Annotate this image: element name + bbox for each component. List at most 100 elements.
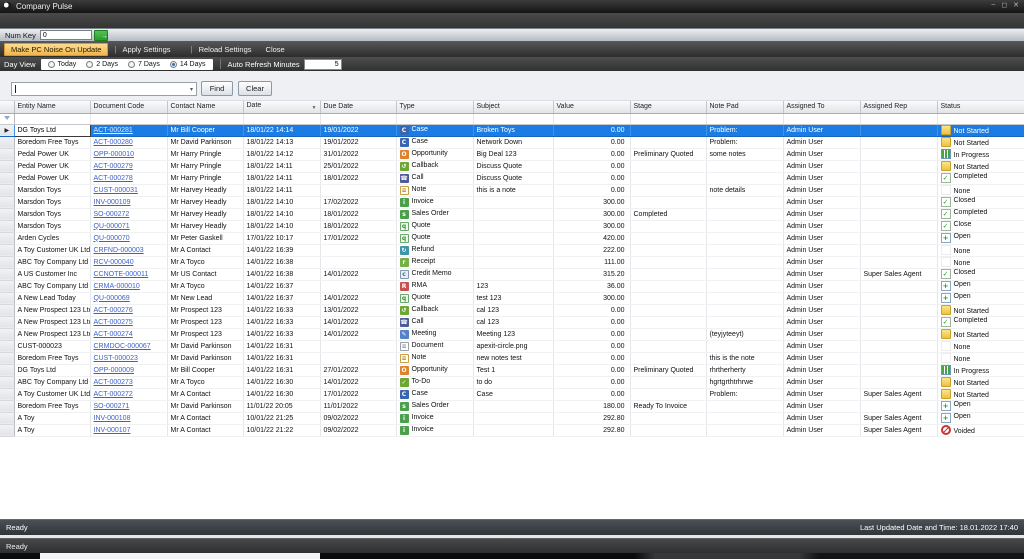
document-link[interactable]: ACT-000278 (94, 175, 133, 182)
table-row[interactable]: A New Lead Today QU-000069 Mr New Lead 14/0… (0, 292, 1024, 305)
document-link[interactable]: INV-000108 (94, 415, 131, 422)
column-header-assigned-rep[interactable]: Assigned Rep (860, 101, 938, 114)
column-header-type[interactable]: Type (396, 101, 474, 114)
document-link[interactable]: CRMA-000010 (94, 283, 140, 290)
table-row[interactable]: Boredom Free Toys CUST-000023 Mr David Par… (0, 352, 1024, 365)
maximize-button[interactable]: ◻ (1001, 1, 1007, 9)
status-closed-icon (940, 269, 951, 279)
table-row[interactable]: A Toy Customer UK Ltd CRFND-000003 Mr A Co… (0, 244, 1024, 257)
filter-cell-code[interactable] (90, 113, 168, 125)
column-header-value[interactable]: Value (553, 101, 631, 114)
num-key-go-button[interactable]: → (93, 29, 108, 41)
column-header-status[interactable]: Status (937, 101, 1024, 114)
auto-refresh-input[interactable] (303, 58, 342, 70)
make-pc-noise-button[interactable]: Make PC Noise On Update (4, 42, 109, 56)
filter-cell-contact[interactable] (167, 113, 244, 125)
document-link[interactable]: ACT-000279 (94, 163, 133, 170)
table-row[interactable]: Marsdon Toys SO-000272 Mr Harvey Headly 18/… (0, 208, 1024, 221)
close-menu-button[interactable]: Close (266, 45, 285, 54)
document-link[interactable]: ACT-000280 (94, 139, 133, 146)
table-row[interactable]: A Toy INV-000108 Mr A Contact 10/01/22 21:2… (0, 412, 1024, 425)
column-header-note-pad[interactable]: Note Pad (706, 101, 784, 114)
table-row[interactable]: Pedal Power UK ACT-000278 Mr Harry Pringle… (0, 172, 1024, 185)
document-link[interactable]: ACT-000281 (94, 127, 133, 134)
table-row[interactable]: Boredom Free Toys SO-000271 Mr David Parki… (0, 400, 1024, 413)
filter-cell-notepad[interactable] (706, 113, 784, 125)
document-link[interactable]: CRFND-000003 (94, 247, 144, 254)
table-row[interactable]: Arden Cycles QU-000070 Mr Peter Gaskell 17/… (0, 232, 1024, 245)
document-link[interactable]: OPP-000010 (94, 151, 134, 158)
document-link[interactable]: RCV-000040 (94, 259, 134, 266)
table-row[interactable]: Marsdon Toys INV-000109 Mr Harvey Headly 18… (0, 196, 1024, 209)
radio-option-2-days[interactable]: 2 Days (86, 60, 118, 68)
filter-cell-date[interactable] (243, 113, 321, 125)
filter-cell-assigned_rep[interactable] (860, 113, 938, 125)
column-header-stage[interactable]: Stage (630, 101, 707, 114)
table-row[interactable]: Marsdon Toys CUST-000031 Mr Harvey Headly 1… (0, 184, 1024, 197)
table-row[interactable]: Marsdon Toys QU-000071 Mr Harvey Headly 18/… (0, 220, 1024, 233)
filter-cell-assigned_to[interactable] (783, 113, 861, 125)
table-row[interactable]: A US Customer Inc CCNOTE-000011 Mr US Cont… (0, 268, 1024, 281)
column-header-subject[interactable]: Subject (473, 101, 554, 114)
document-link[interactable]: INV-000107 (94, 427, 131, 434)
radio-option-today[interactable]: Today (47, 60, 76, 68)
document-link[interactable]: ACT-000275 (94, 319, 133, 326)
column-header-document-code[interactable]: Document Code (90, 101, 168, 114)
chevron-down-icon[interactable]: ▾ (190, 86, 196, 93)
filter-cell-due[interactable] (320, 113, 397, 125)
filter-cell-stage[interactable] (630, 113, 707, 125)
column-header-due-date[interactable]: Due Date (320, 101, 397, 114)
document-link[interactable]: SO-000271 (94, 403, 130, 410)
search-input[interactable] (16, 84, 190, 94)
document-link[interactable]: INV-000109 (94, 199, 131, 206)
table-row[interactable]: Boredom Free Toys ACT-000280 Mr David Park… (0, 136, 1024, 149)
document-link[interactable]: CCNOTE-000011 (94, 271, 149, 278)
close-button[interactable]: ✕ (1013, 1, 1019, 9)
document-link[interactable]: SO-000272 (94, 211, 130, 218)
table-row[interactable]: A Toy INV-000107 Mr A Contact 10/01/22 21:2… (0, 424, 1024, 437)
table-row[interactable]: ABC Toy Company Ltd CRMA-000010 Mr A Toyco… (0, 280, 1024, 293)
filter-cell-value[interactable] (553, 113, 631, 125)
filter-cell-type[interactable] (396, 113, 474, 125)
document-link[interactable]: OPP-000009 (94, 367, 134, 374)
filter-cell-entity[interactable] (14, 113, 91, 125)
document-link[interactable]: ACT-000274 (94, 331, 133, 338)
table-row[interactable]: ABC Toy Company Ltd RCV-000040 Mr A Toyco 1… (0, 256, 1024, 269)
num-key-input[interactable] (39, 30, 92, 40)
document-link[interactable]: CUST-000023 (94, 355, 138, 362)
column-header-date[interactable]: Date ▼ (243, 101, 321, 114)
table-row[interactable]: ▶ DG Toys Ltd ACT-000281 Mr Bill Cooper 18/0… (0, 123, 1024, 137)
table-row[interactable]: A New Prospect 123 Ltd ACT-000274 Mr Prosp… (0, 328, 1024, 341)
document-link[interactable]: ACT-000273 (94, 379, 133, 386)
table-row[interactable]: ABC Toy Company Ltd ACT-000273 Mr A Toyco 1… (0, 376, 1024, 389)
document-link[interactable]: CRMDOC-000067 (94, 343, 151, 350)
table-row[interactable]: Pedal Power UK OPP-000010 Mr Harry Pringle… (0, 148, 1024, 161)
minimize-button[interactable]: – (991, 1, 995, 9)
row-indicator (0, 148, 15, 161)
table-row[interactable]: A Toy Customer UK Ltd ACT-000272 Mr A Cont… (0, 388, 1024, 401)
filter-cell-status[interactable] (937, 113, 1024, 125)
document-link[interactable]: CUST-000031 (94, 187, 138, 194)
document-link[interactable]: ACT-000272 (94, 391, 133, 398)
apply-settings-button[interactable]: Apply Settings (123, 45, 171, 54)
radio-option-7-days[interactable]: 7 Days (128, 60, 160, 68)
column-header-entity-name[interactable]: Entity Name (14, 101, 91, 114)
table-row[interactable]: A New Prospect 123 Ltd ACT-000276 Mr Prosp… (0, 304, 1024, 317)
column-header-assigned-to[interactable]: Assigned To (783, 101, 861, 114)
document-link[interactable]: QU-000070 (94, 235, 130, 242)
table-row[interactable]: CUST-000023 CRMDOC-000067 Mr David Parkins… (0, 340, 1024, 353)
reload-settings-button[interactable]: Reload Settings (199, 45, 252, 54)
search-combobox[interactable]: ▾ (11, 82, 197, 96)
document-link[interactable]: QU-000069 (94, 295, 130, 302)
find-button[interactable]: Find (201, 81, 233, 96)
table-row[interactable]: A New Prospect 123 Ltd ACT-000275 Mr Prosp… (0, 316, 1024, 329)
column-header-contact-name[interactable]: Contact Name (167, 101, 244, 114)
clear-button[interactable]: Clear (238, 81, 272, 96)
radio-option-14-days[interactable]: 14 Days (169, 60, 206, 68)
cell-value: 0.00 (553, 340, 631, 353)
filter-cell-subject[interactable] (473, 113, 554, 125)
document-link[interactable]: QU-000071 (94, 223, 130, 230)
document-link[interactable]: ACT-000276 (94, 307, 133, 314)
table-row[interactable]: Pedal Power UK ACT-000279 Mr Harry Pringle… (0, 160, 1024, 173)
table-row[interactable]: DG Toys Ltd OPP-000009 Mr Bill Cooper 14/01… (0, 364, 1024, 377)
